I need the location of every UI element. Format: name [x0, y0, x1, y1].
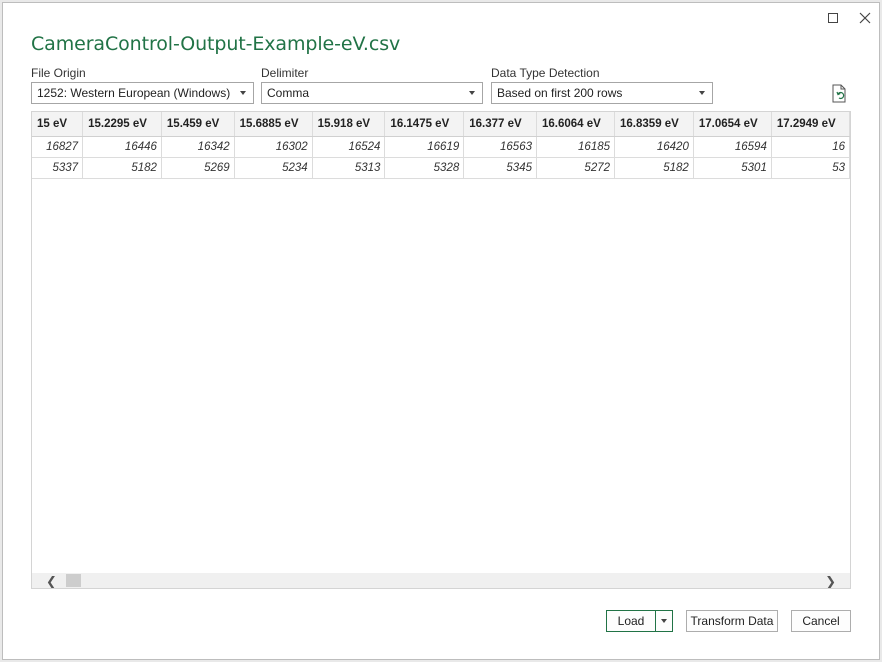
transform-data-button[interactable]: Transform Data	[686, 610, 778, 632]
data-type-detection-label: Data Type Detection	[491, 66, 600, 80]
horizontal-scrollbar[interactable]: ❮ ❯	[32, 573, 850, 588]
load-button[interactable]: Load	[606, 610, 656, 632]
chevron-down-icon	[699, 91, 705, 95]
chevron-left-icon[interactable]: ❮	[46, 574, 57, 588]
delimiter-select[interactable]: Comma	[261, 82, 483, 104]
data-preview-grid: 15 eV 15.2295 eV 15.459 eV 15.6885 eV 15…	[31, 111, 851, 589]
table-cell: 16619	[384, 136, 465, 158]
close-button[interactable]	[853, 7, 877, 29]
document-refresh-icon	[832, 84, 846, 103]
column-header: 17.0654 eV	[693, 112, 772, 137]
data-type-detection-value: Based on first 200 rows	[497, 86, 623, 100]
maximize-icon	[828, 13, 838, 23]
chevron-down-icon	[661, 619, 667, 623]
delimiter-value: Comma	[267, 86, 310, 100]
column-header: 16.377 eV	[463, 112, 537, 137]
maximize-button[interactable]	[821, 7, 845, 29]
column-header: 16.1475 eV	[384, 112, 465, 137]
chevron-down-icon	[469, 91, 475, 95]
file-origin-label: File Origin	[31, 66, 86, 80]
data-type-detection-select[interactable]: Based on first 200 rows	[491, 82, 713, 104]
column-header: 16.6064 eV	[536, 112, 616, 137]
table-cell: 53	[771, 157, 850, 179]
table-cell: 16524	[312, 136, 386, 158]
column-header: 15.6885 eV	[234, 112, 313, 137]
file-origin-value: 1252: Western European (Windows)	[37, 86, 231, 100]
preview-table: 15 eV 15.2295 eV 15.459 eV 15.6885 eV 15…	[32, 112, 850, 179]
table-row: 5337 5182 5269 5234 5313 5328 5345 5272 …	[32, 157, 850, 179]
table-cell: 16446	[82, 136, 162, 158]
chevron-right-icon[interactable]: ❯	[825, 574, 836, 588]
table-cell: 5272	[536, 157, 616, 179]
column-header: 15.2295 eV	[82, 112, 162, 137]
dialog-title: CameraControl-Output-Example-eV.csv	[31, 33, 401, 55]
import-dialog: CameraControl-Output-Example-eV.csv File…	[2, 2, 880, 660]
load-options-dropdown[interactable]	[655, 610, 673, 632]
table-cell: 5328	[384, 157, 465, 179]
table-cell: 5345	[463, 157, 537, 179]
column-header: 16.8359 eV	[614, 112, 694, 137]
table-cell: 5301	[693, 157, 772, 179]
table-cell: 16302	[234, 136, 313, 158]
table-cell: 5337	[32, 157, 84, 179]
table-cell: 16827	[32, 136, 84, 158]
cancel-button[interactable]: Cancel	[791, 610, 851, 632]
delimiter-label: Delimiter	[261, 66, 309, 80]
scrollbar-thumb[interactable]	[66, 574, 81, 587]
table-cell: 5269	[161, 157, 235, 179]
table-cell: 5182	[614, 157, 694, 179]
column-header: 17.2949 eV	[771, 112, 850, 137]
table-cell: 5313	[312, 157, 386, 179]
table-cell: 5234	[234, 157, 313, 179]
file-origin-select[interactable]: 1252: Western European (Windows)	[31, 82, 254, 104]
column-header: 15.918 eV	[312, 112, 386, 137]
table-cell: 16563	[463, 136, 537, 158]
table-cell: 16594	[693, 136, 772, 158]
header-row: 15 eV 15.2295 eV 15.459 eV 15.6885 eV 15…	[32, 112, 850, 137]
chevron-down-icon	[240, 91, 246, 95]
table-row: 16827 16446 16342 16302 16524 16619 1656…	[32, 136, 850, 158]
table-cell: 16342	[161, 136, 235, 158]
close-icon	[859, 12, 871, 24]
table-cell: 16420	[614, 136, 694, 158]
column-header: 15.459 eV	[161, 112, 235, 137]
table-cell: 5182	[82, 157, 162, 179]
refresh-preview-button[interactable]	[831, 84, 849, 104]
table-cell: 16	[771, 136, 850, 158]
table-cell: 16185	[536, 136, 616, 158]
column-header: 15 eV	[32, 112, 84, 137]
